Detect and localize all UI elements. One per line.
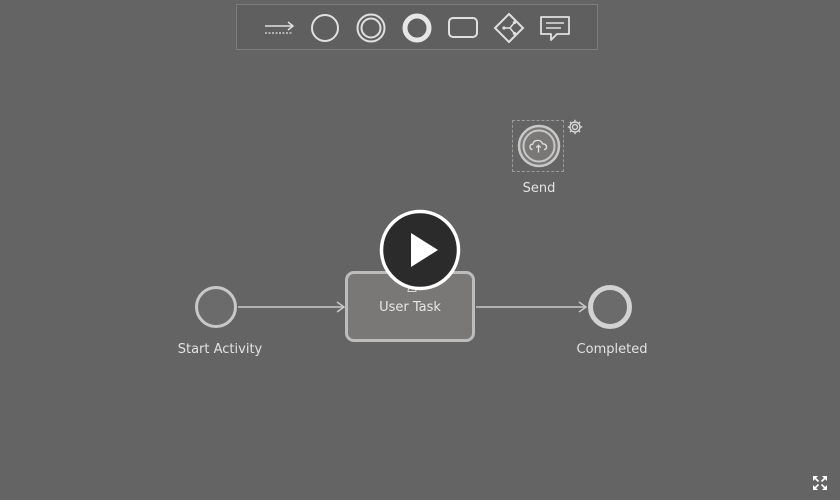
send-event[interactable] [517, 124, 561, 168]
diagram-canvas[interactable]: Start Activity User Task Completed Send [0, 0, 840, 500]
send-event-label: Send [522, 181, 556, 196]
sequence-flow-task-to-end[interactable] [476, 301, 588, 313]
start-event[interactable] [194, 285, 238, 329]
play-button[interactable] [379, 209, 461, 291]
end-event-label: Completed [576, 342, 648, 357]
user-task-label: User Task [379, 300, 441, 315]
end-event[interactable] [587, 284, 633, 330]
gear-icon[interactable] [566, 118, 584, 136]
fullscreen-icon[interactable] [812, 475, 828, 491]
sequence-flow-start-to-task[interactable] [238, 301, 346, 313]
start-event-label: Start Activity [177, 342, 263, 357]
